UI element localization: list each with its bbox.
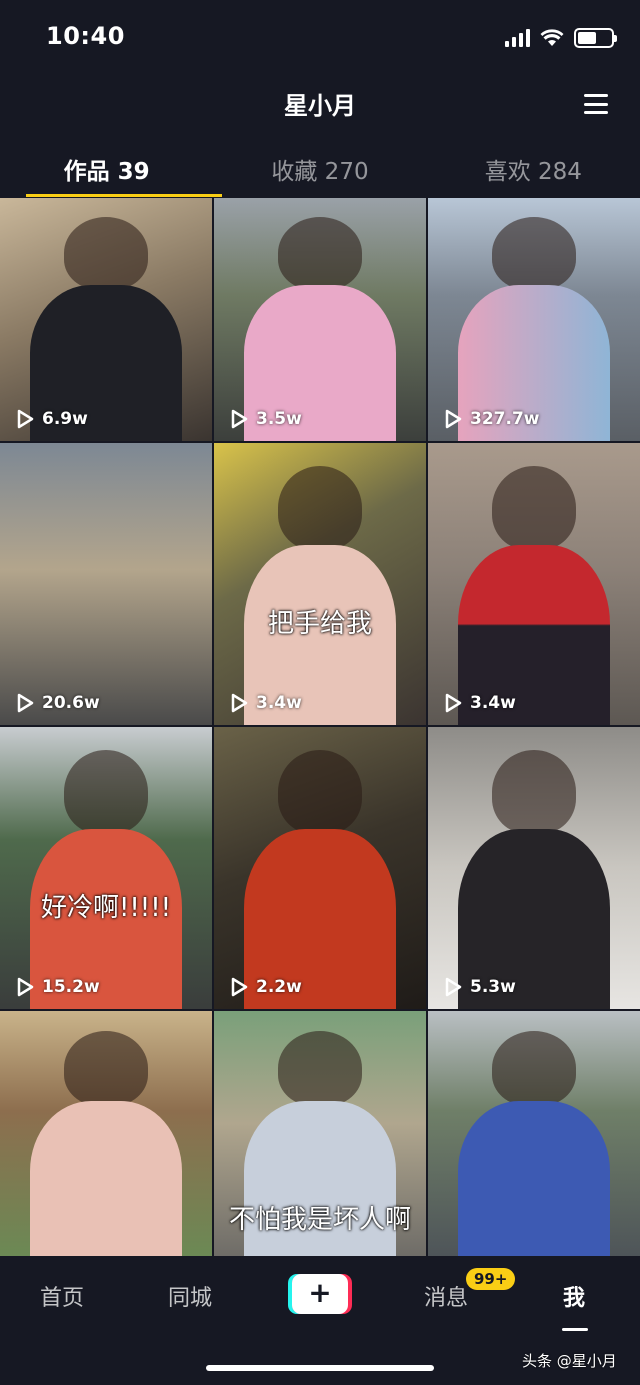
view-count-label: 3.4w xyxy=(256,693,302,713)
profile-title: 星小月 xyxy=(284,92,356,120)
view-count: 5.3w xyxy=(444,977,516,997)
view-count: 20.6w xyxy=(16,693,100,713)
video-grid: 6.9w 3.5w 327.7w 20.6w 把手给我 3.4w 3.4w 好冷… xyxy=(0,198,640,1256)
view-count-label: 3.5w xyxy=(256,409,302,429)
play-icon xyxy=(231,977,248,997)
video-thumbnail[interactable]: 5.3w xyxy=(428,727,640,1009)
thumbnail-image xyxy=(63,217,149,291)
video-thumbnail[interactable]: 把手给我 3.4w xyxy=(214,443,426,725)
status-icons xyxy=(505,26,617,50)
video-caption: 好冷啊!!!!! xyxy=(40,893,172,924)
view-count: 3.4w xyxy=(230,693,302,713)
thumbnail-image xyxy=(491,217,577,291)
profile-header: 星小月 xyxy=(0,76,640,132)
view-count-label: 15.2w xyxy=(42,977,100,997)
video-thumbnail[interactable] xyxy=(428,1011,640,1256)
view-count-label: 5.3w xyxy=(470,977,516,997)
active-tab-indicator xyxy=(26,194,222,197)
play-icon xyxy=(17,409,34,429)
video-caption: 把手给我 xyxy=(267,609,372,640)
view-count: 3.4w xyxy=(444,693,516,713)
view-count: 15.2w xyxy=(16,977,100,997)
thumbnail-image xyxy=(63,749,149,835)
notification-badge: 99+ xyxy=(466,1268,516,1290)
thumbnail-image xyxy=(277,1031,363,1106)
video-thumbnail[interactable]: 20.6w xyxy=(0,443,212,725)
active-nav-indicator xyxy=(562,1328,588,1331)
thumbnail-image xyxy=(491,1031,577,1106)
video-thumbnail[interactable]: 好冷啊!!!!! 15.2w xyxy=(0,727,212,1009)
nav-home[interactable]: 首页 xyxy=(40,1280,84,1312)
play-icon xyxy=(445,409,462,429)
tab-likes[interactable]: 喜欢 284 xyxy=(427,140,640,198)
thumbnail-image xyxy=(277,217,363,291)
video-thumbnail[interactable] xyxy=(0,1011,212,1256)
plus-icon: + xyxy=(292,1274,348,1314)
wifi-icon xyxy=(540,29,564,46)
view-count-label: 6.9w xyxy=(42,409,88,429)
thumbnail-image xyxy=(63,1031,149,1106)
play-icon xyxy=(231,409,248,429)
play-icon xyxy=(17,977,34,997)
status-bar: 10:40 xyxy=(0,0,640,76)
nav-messages[interactable]: 消息 xyxy=(424,1280,468,1312)
view-count: 6.9w xyxy=(16,409,88,429)
nav-nearby[interactable]: 同城 xyxy=(168,1280,212,1312)
thumbnail-image xyxy=(277,465,363,551)
nav-me[interactable]: 我 xyxy=(563,1280,585,1312)
play-icon xyxy=(17,693,34,713)
view-count: 327.7w xyxy=(444,409,539,429)
menu-icon[interactable] xyxy=(584,94,608,114)
video-caption: 不怕我是坏人啊 xyxy=(228,1205,411,1235)
tab-favorites[interactable]: 收藏 270 xyxy=(213,140,426,198)
video-thumbnail[interactable]: 327.7w xyxy=(428,198,640,441)
cellular-signal-icon xyxy=(505,29,530,47)
profile-tabs: 作品 39 收藏 270 喜欢 284 xyxy=(0,140,640,198)
play-icon xyxy=(445,693,462,713)
watermark: 头条 @星小月 xyxy=(522,1352,617,1370)
video-thumbnail[interactable]: 不怕我是坏人啊 xyxy=(214,1011,426,1256)
view-count-label: 327.7w xyxy=(470,409,540,429)
tab-works[interactable]: 作品 39 xyxy=(0,140,213,198)
view-count: 2.2w xyxy=(230,977,302,997)
status-time: 10:40 xyxy=(46,22,125,50)
create-button[interactable]: + xyxy=(288,1274,352,1314)
view-count-label: 3.4w xyxy=(470,693,516,713)
view-count: 3.5w xyxy=(230,409,302,429)
thumbnail-image xyxy=(277,749,363,835)
view-count-label: 20.6w xyxy=(42,693,100,713)
thumbnail-image xyxy=(491,465,577,551)
battery-icon xyxy=(574,28,617,48)
play-icon xyxy=(445,977,462,997)
video-thumbnail[interactable]: 3.5w xyxy=(214,198,426,441)
home-indicator[interactable] xyxy=(206,1365,434,1371)
play-icon xyxy=(231,693,248,713)
video-thumbnail[interactable]: 3.4w xyxy=(428,443,640,725)
thumbnail-image xyxy=(491,749,577,835)
view-count-label: 2.2w xyxy=(256,977,302,997)
video-thumbnail[interactable]: 2.2w xyxy=(214,727,426,1009)
video-thumbnail[interactable]: 6.9w xyxy=(0,198,212,441)
